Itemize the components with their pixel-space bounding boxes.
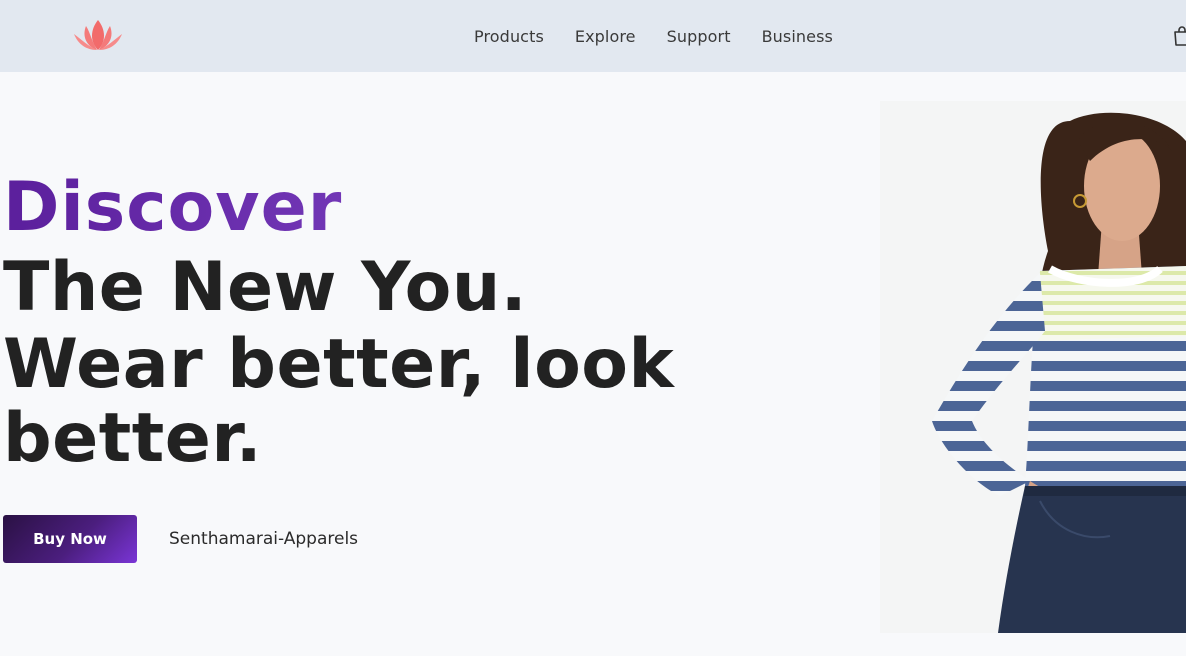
nav-link-business[interactable]: Business (762, 27, 833, 46)
buy-now-button[interactable]: Buy Now (3, 515, 137, 563)
hero-line-2: Wear better, look better. (3, 325, 675, 478)
shopping-bag-icon[interactable] (1172, 25, 1186, 47)
model-illustration (880, 101, 1186, 633)
brand-name: Senthamarai-Apparels (169, 529, 359, 549)
navbar: Products Explore Support Business (0, 0, 1186, 72)
hero-headline: Discover The New You. Wear better, look … (3, 168, 703, 476)
nav-link-explore[interactable]: Explore (575, 27, 636, 46)
hero-highlight: Discover (3, 168, 703, 248)
lotus-logo[interactable] (70, 18, 126, 52)
main-nav: Products Explore Support Business (474, 0, 833, 72)
nav-link-products[interactable]: Products (474, 27, 544, 46)
model-photo (880, 101, 1186, 633)
hero-line-1: The New You. (3, 248, 528, 327)
nav-link-support[interactable]: Support (667, 27, 731, 46)
